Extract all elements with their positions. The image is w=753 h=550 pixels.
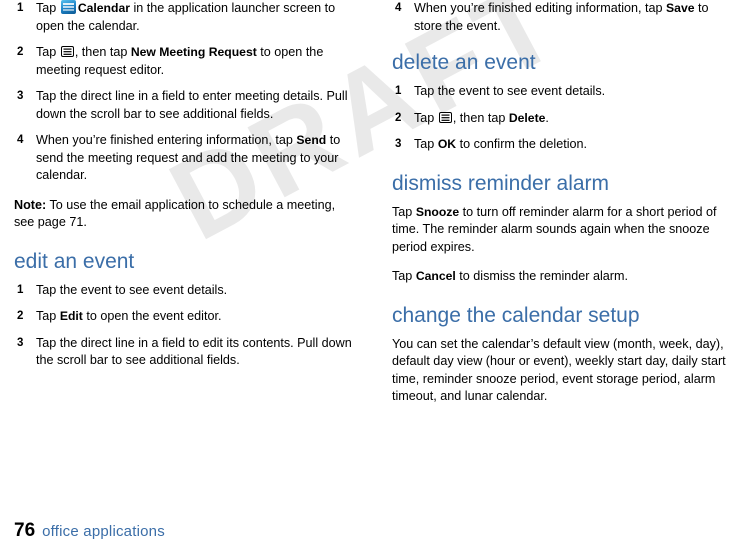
note-block: Note: To use the email application to sc…	[14, 197, 354, 232]
numbered-step: 3 Tap OK to confirm the deletion.	[392, 136, 732, 154]
step-text: Tap , then tap New Meeting Request to op…	[36, 44, 354, 79]
manual-page: DRAFT 1 Tap Calendar in the application l…	[0, 0, 753, 550]
heading-edit-an-event: edit an event	[14, 249, 135, 273]
calendar-icon	[60, 0, 76, 14]
steps-delete-event: 1 Tap the event to see event details. 2 Tap…	[392, 83, 732, 154]
numbered-step: 2 Tap Edit to open the event editor.	[14, 308, 354, 326]
step-number: 2	[395, 111, 402, 124]
emphasis-text: Snooze	[415, 204, 460, 219]
page-number: 76	[14, 520, 36, 541]
body-text: When you’re finished editing information…	[414, 1, 667, 15]
step-save-event: 4 When you’re finished editing informatio…	[392, 0, 732, 35]
menu-icon	[60, 45, 75, 59]
body-text: Tap	[36, 309, 60, 323]
body-text: to open the event editor.	[82, 309, 222, 323]
numbered-step: 1 Tap the event to see event details.	[14, 282, 354, 300]
step-number: 1	[17, 2, 24, 14]
page-footer: 76 office applications	[14, 520, 165, 542]
step-text: Tap the event to see event details.	[414, 83, 732, 101]
body-text: Tap	[36, 1, 60, 15]
step-text: Tap the direct line in a field to edit i…	[36, 335, 354, 370]
left-column: 1 Tap Calendar in the application launche…	[14, 0, 354, 379]
step-number: 3	[17, 336, 24, 349]
emphasis-text: OK	[437, 137, 457, 151]
body-text: .	[545, 110, 549, 125]
body-text: Tap the direct line in a field to edit i…	[36, 335, 352, 368]
numbered-step: 1 Tap the event to see event details.	[392, 83, 732, 101]
body-text: When you’re finished entering informatio…	[36, 133, 297, 147]
body-text: , then tap	[452, 110, 509, 125]
emphasis-text: Edit	[59, 309, 83, 323]
step-number: 4	[17, 134, 24, 146]
step-text: Tap the direct line in a field to enter …	[36, 88, 354, 123]
step-number: 4	[395, 2, 402, 14]
body-text: to dismiss the reminder alarm.	[455, 269, 628, 283]
emphasis-text: Delete	[508, 110, 546, 125]
body-text: Tap the direct line in a field to enter …	[36, 89, 348, 121]
step-text: Tap the event to see event details.	[36, 282, 354, 300]
footer-section-label: office applications	[42, 523, 165, 540]
note-label: Note:	[14, 197, 47, 212]
step-text: Tap , then tap Delete.	[414, 110, 732, 128]
note-text: To use the email application to schedule…	[14, 197, 336, 230]
step-text: Tap OK to confirm the deletion.	[414, 136, 732, 154]
emphasis-text: Send	[296, 133, 327, 147]
heading-dismiss-reminder-alarm: dismiss reminder alarm	[392, 171, 610, 195]
step-text: Tap Edit to open the event editor.	[36, 308, 354, 326]
step-number: 3	[395, 138, 402, 150]
numbered-step: 2 Tap , then tap Delete.	[392, 110, 732, 128]
emphasis-text: Calendar	[77, 1, 130, 15]
step-number: 1	[17, 283, 24, 296]
body-text: You can set the calendar’s default view …	[392, 336, 726, 404]
emphasis-text: Save	[666, 1, 695, 15]
body-text: Tap	[414, 110, 438, 125]
emphasis-text: Cancel	[415, 269, 456, 283]
body-text: , then tap	[74, 45, 131, 59]
step-number: 2	[17, 46, 24, 58]
emphasis-text: New Meeting Request	[130, 45, 257, 59]
step-number: 1	[395, 85, 402, 97]
body-text: Tap the event to see event details.	[36, 282, 228, 297]
paragraph-snooze: Tap Snooze to turn off reminder alarm fo…	[392, 204, 732, 257]
body-text: Tap	[392, 204, 416, 219]
paragraph-calendar-setup: You can set the calendar’s default view …	[392, 336, 732, 406]
step-number: 2	[17, 310, 24, 322]
numbered-step: 3 Tap the direct line in a field to enter…	[14, 88, 354, 123]
steps-edit-event: 1 Tap the event to see event details. 2 Tap…	[14, 282, 354, 370]
body-text: Tap	[36, 45, 60, 59]
right-column: 4 When you’re finished editing informatio…	[392, 0, 732, 418]
menu-icon	[438, 111, 453, 125]
heading-change-calendar-setup: change the calendar setup	[392, 303, 640, 327]
step-text: Tap Calendar in the application launcher…	[36, 0, 354, 35]
numbered-step: 3 Tap the direct line in a field to edit …	[14, 335, 354, 370]
body-text: Tap the event to see event details.	[414, 84, 606, 98]
numbered-step: 4 When you’re finished entering informati…	[14, 132, 354, 185]
body-text: to confirm the deletion.	[456, 137, 587, 151]
step-text: When you’re finished editing information…	[414, 0, 732, 35]
numbered-step: 2 Tap , then tap New Meeting Request to o…	[14, 44, 354, 79]
body-text: Tap	[414, 137, 438, 151]
steps-schedule-meeting: 1 Tap Calendar in the application launche…	[14, 0, 354, 185]
numbered-step: 1 Tap Calendar in the application launche…	[14, 0, 354, 35]
heading-delete-an-event: delete an event	[392, 51, 536, 74]
body-text: Tap	[392, 269, 416, 283]
step-number: 3	[17, 90, 24, 102]
paragraph-cancel: Tap Cancel to dismiss the reminder alarm…	[392, 268, 732, 286]
step-text: When you’re finished entering informatio…	[36, 132, 354, 185]
numbered-step: 4 When you’re finished editing informatio…	[392, 0, 732, 35]
